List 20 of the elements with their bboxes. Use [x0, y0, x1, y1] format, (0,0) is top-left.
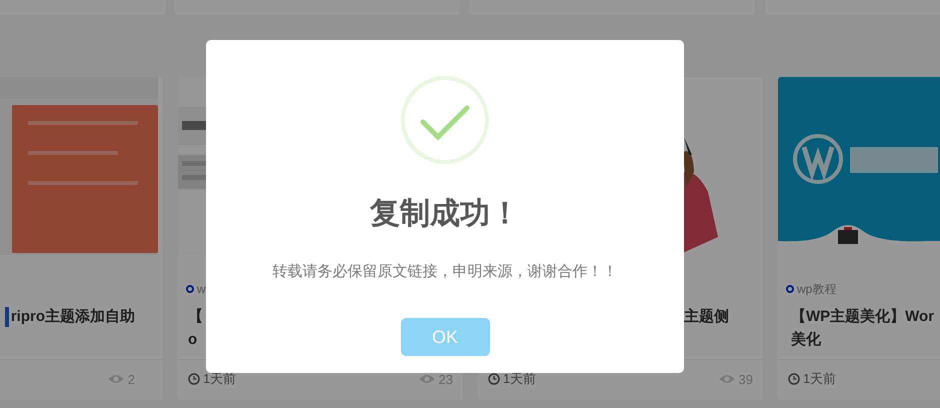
- clock-icon: [488, 373, 500, 385]
- post-title[interactable]: 【: [188, 305, 203, 328]
- post-title[interactable]: 美化: [791, 328, 934, 351]
- post-title[interactable]: 【WP主题美化】Wor: [791, 305, 934, 328]
- eye-icon: [108, 374, 124, 384]
- clock-icon: [188, 373, 200, 385]
- post-title[interactable]: o: [188, 328, 203, 351]
- post-title[interactable]: ripro主题添加自助: [10, 305, 135, 328]
- eye-icon: [718, 374, 735, 384]
- eye-icon: [418, 374, 435, 384]
- dialog-title: 复制成功！: [370, 196, 520, 232]
- category-icon: [186, 285, 194, 293]
- post-time: 1天前: [503, 370, 536, 388]
- post-time: 1天前: [203, 370, 236, 388]
- success-check-icon: [401, 76, 489, 164]
- clock-icon: [788, 373, 800, 385]
- post-time: 1天前: [803, 370, 836, 388]
- post-title[interactable]: 主题侧: [684, 305, 729, 328]
- category-icon: [786, 285, 794, 293]
- dialog-message: 转载请务必保留原文链接，申明来源，谢谢合作！！: [272, 262, 618, 281]
